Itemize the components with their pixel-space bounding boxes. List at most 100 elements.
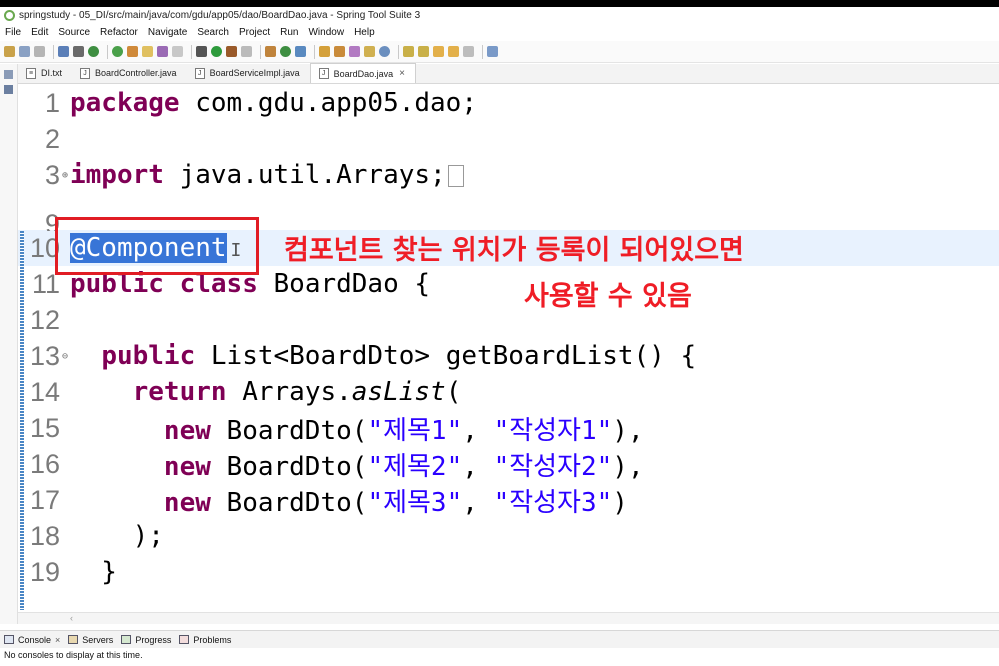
console-icon	[4, 635, 14, 644]
main-toolbar	[0, 41, 999, 63]
window-titlebar: springstudy - 05_DI/src/main/java/com/gd…	[0, 0, 999, 24]
menu-navigate[interactable]: Navigate	[148, 27, 187, 38]
code-editor[interactable]: 1 package com.gdu.app05.dao; 2 3 ⊕ import j…	[18, 85, 999, 610]
code-line: 18 );	[18, 518, 999, 554]
close-icon[interactable]: ×	[55, 635, 60, 645]
code-text: BoardDto(	[210, 451, 368, 482]
horizontal-scrollbar[interactable]: ‹	[18, 612, 999, 624]
annotation-highlight-box	[55, 217, 259, 275]
line-number: 14	[29, 376, 60, 407]
menu-window[interactable]: Window	[308, 27, 344, 38]
method-name: asList	[351, 377, 446, 407]
keyword: return	[132, 377, 227, 407]
line-number: 17	[29, 484, 60, 515]
tab-di-txt[interactable]: ≡ DI.txt	[18, 63, 72, 83]
save-icon[interactable]	[19, 46, 30, 57]
open-task-icon[interactable]	[334, 46, 345, 57]
back-icon[interactable]	[448, 46, 459, 57]
keyword: import	[70, 160, 164, 190]
package-explorer-icon[interactable]	[4, 70, 13, 79]
console-view-icon[interactable]	[73, 46, 84, 57]
tab-label: BoardController.java	[95, 68, 177, 78]
collapsed-imports-box[interactable]	[447, 164, 464, 187]
spring-tool-suite-icon	[4, 10, 15, 21]
search-icon[interactable]	[349, 46, 360, 57]
tab-label: Problems	[193, 634, 232, 645]
tab-board-dao[interactable]: J BoardDao.java ×	[309, 63, 416, 83]
string-literal: "제목1"	[367, 415, 463, 446]
code-text: java.util.Arrays;	[163, 160, 446, 190]
globe-icon[interactable]	[379, 46, 390, 57]
next-annotation-icon[interactable]	[403, 46, 414, 57]
open-type-icon[interactable]	[319, 46, 330, 57]
external-tools-icon[interactable]	[241, 46, 252, 57]
string-literal: "제목2"	[367, 451, 463, 482]
tab-label: BoardServiceImpl.java	[209, 68, 300, 78]
toolbar-separator	[314, 44, 315, 59]
previous-annotation-icon[interactable]	[418, 46, 429, 57]
show-whitespace-icon[interactable]	[172, 46, 183, 57]
tab-board-controller[interactable]: J BoardController.java	[72, 63, 187, 83]
line-number: 11	[31, 268, 60, 299]
code-line: 3 ⊕ import java.util.Arrays;	[18, 157, 999, 193]
code-line: 16 new BoardDto("제목2", "작성자2"),	[18, 446, 999, 482]
fold-collapse-icon[interactable]: ⊖	[60, 351, 70, 362]
code-text: }	[70, 557, 117, 587]
fold-expand-icon[interactable]: ⊕	[60, 170, 70, 181]
pin-icon[interactable]	[127, 46, 138, 57]
line-number: 12	[29, 304, 60, 335]
keyword: new	[163, 451, 211, 482]
debug-icon[interactable]	[196, 46, 207, 57]
tab-label: Servers	[82, 634, 114, 645]
close-icon[interactable]: ×	[399, 68, 405, 79]
annotation-icon[interactable]	[364, 46, 375, 57]
code-text: Arrays.	[226, 377, 352, 407]
menu-file[interactable]: File	[5, 27, 21, 38]
line-number: 3	[44, 159, 60, 190]
mark-icon[interactable]	[157, 46, 168, 57]
toolbar-separator	[191, 44, 192, 59]
terminal-icon[interactable]	[58, 46, 69, 57]
code-text: BoardDto(	[210, 487, 368, 518]
new-package-icon[interactable]	[280, 46, 291, 57]
menu-edit[interactable]: Edit	[31, 27, 48, 38]
annotation-text-line1: 컴포넌트 찾는 위치가 등록이 되어있으면	[284, 235, 744, 266]
toolbar-separator	[398, 44, 399, 59]
tab-label: Progress	[135, 634, 172, 645]
new-class-icon[interactable]	[295, 46, 306, 57]
toolbar-separator	[107, 44, 108, 59]
code-text: (	[445, 377, 462, 407]
run-icon[interactable]	[211, 46, 222, 57]
forward-icon[interactable]	[463, 46, 474, 57]
text-file-icon: ≡	[26, 67, 36, 79]
scroll-left-icon[interactable]: ‹	[70, 613, 73, 623]
pin-editor-icon[interactable]	[487, 46, 498, 57]
code-text: com.gdu.app05.dao;	[179, 88, 477, 118]
menu-source[interactable]: Source	[58, 27, 90, 38]
tab-problems[interactable]: Problems	[179, 635, 231, 645]
new-java-project-icon[interactable]	[265, 46, 276, 57]
code-text: BoardDao {	[257, 269, 431, 299]
tab-console[interactable]: Console ×	[4, 635, 60, 645]
code-line: 1 package com.gdu.app05.dao;	[18, 85, 999, 121]
menu-search[interactable]: Search	[197, 27, 229, 38]
server-start-icon[interactable]	[88, 46, 99, 57]
coverage-icon[interactable]	[226, 46, 237, 57]
outline-icon[interactable]	[4, 85, 13, 94]
menu-refactor[interactable]: Refactor	[100, 27, 138, 38]
tab-progress[interactable]: Progress	[121, 635, 171, 645]
menu-project[interactable]: Project	[239, 27, 270, 38]
save-all-icon[interactable]	[34, 46, 45, 57]
tab-board-service-impl[interactable]: J BoardServiceImpl.java	[187, 63, 310, 83]
annotation-text-line2: 사용할 수 있음	[524, 281, 692, 312]
string-literal: "제목3"	[367, 487, 463, 518]
tab-servers[interactable]: Servers	[68, 635, 113, 645]
new-icon[interactable]	[4, 46, 15, 57]
spring-icon[interactable]	[112, 46, 123, 57]
servers-icon	[68, 635, 79, 644]
last-edit-icon[interactable]	[433, 46, 444, 57]
line-number: 18	[29, 520, 60, 551]
menu-help[interactable]: Help	[354, 27, 375, 38]
highlight-icon[interactable]	[142, 46, 153, 57]
menu-run[interactable]: Run	[280, 27, 298, 38]
